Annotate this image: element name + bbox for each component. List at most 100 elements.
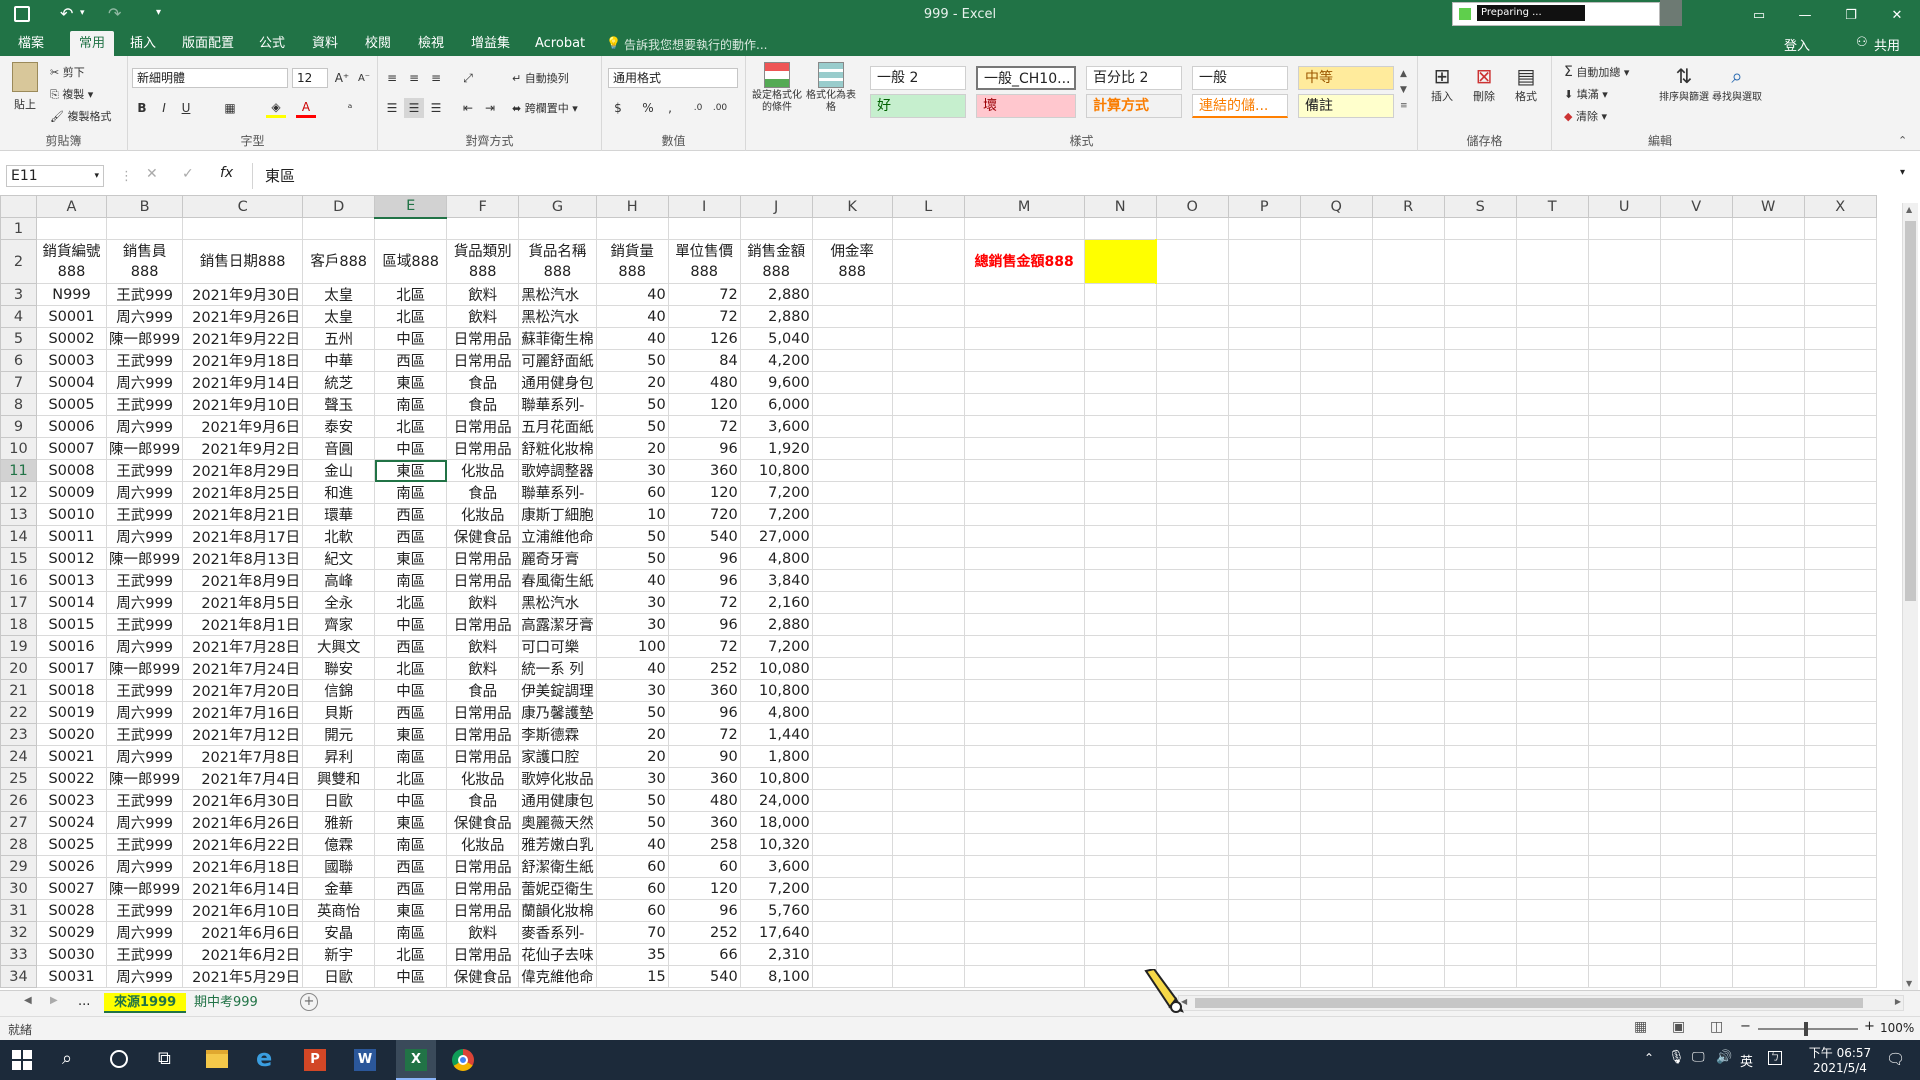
data-cell[interactable]: 72 [667, 305, 741, 328]
table-header-cell[interactable]: 銷售金額 888 [739, 239, 813, 284]
row-header[interactable]: 27 [0, 811, 37, 834]
cell[interactable] [963, 349, 1085, 372]
chrome-icon[interactable] [452, 1049, 474, 1071]
data-cell[interactable]: S0003 [36, 349, 107, 372]
data-cell[interactable]: 6,000 [739, 393, 813, 416]
style-good[interactable]: 好 [870, 94, 966, 118]
cell[interactable] [1083, 811, 1157, 834]
cell[interactable] [1083, 217, 1157, 240]
cell[interactable] [1587, 943, 1661, 966]
cell[interactable] [963, 657, 1085, 680]
cell[interactable] [1659, 283, 1733, 306]
tab-home[interactable]: 常用 [70, 31, 114, 56]
cell[interactable] [1803, 415, 1877, 438]
data-cell[interactable]: 南區 [374, 745, 448, 768]
data-cell[interactable]: 周六999 [105, 591, 184, 614]
data-cell[interactable]: 信錦 [302, 679, 376, 702]
cell[interactable] [1083, 591, 1157, 614]
underline-icon[interactable]: U [176, 98, 196, 118]
cell[interactable] [1659, 415, 1733, 438]
data-cell[interactable]: 飲料 [446, 591, 520, 614]
cell[interactable] [1731, 525, 1805, 548]
cell[interactable] [1803, 327, 1877, 350]
data-cell[interactable]: 2021年6月18日 [182, 855, 304, 878]
cell[interactable] [1155, 701, 1229, 724]
format-as-table-button[interactable]: 格式化為表格 [806, 62, 856, 114]
row-header[interactable]: 7 [0, 371, 37, 394]
cell[interactable] [1659, 327, 1733, 350]
cell[interactable] [1227, 855, 1301, 878]
cell[interactable] [1371, 547, 1445, 570]
cell[interactable] [811, 459, 893, 482]
data-cell[interactable]: 10,800 [739, 459, 813, 482]
data-cell[interactable]: 7,200 [739, 635, 813, 658]
data-cell[interactable]: 258 [667, 833, 741, 856]
cell[interactable] [1155, 415, 1229, 438]
data-cell[interactable]: 2021年7月20日 [182, 679, 304, 702]
cell[interactable] [1803, 613, 1877, 636]
cell[interactable] [1227, 789, 1301, 812]
data-cell[interactable]: 日歐 [302, 789, 376, 812]
data-cell[interactable]: 2021年9月6日 [182, 415, 304, 438]
cell[interactable] [1443, 701, 1517, 724]
cell[interactable] [1299, 547, 1373, 570]
cell[interactable] [891, 921, 965, 944]
cell[interactable] [1299, 481, 1373, 504]
data-cell[interactable]: 飲料 [446, 921, 520, 944]
cell[interactable] [1515, 965, 1589, 988]
cell[interactable] [1083, 459, 1157, 482]
data-cell[interactable]: 王武999 [105, 459, 184, 482]
cell[interactable] [963, 943, 1085, 966]
data-cell[interactable]: 40 [595, 305, 669, 328]
cell[interactable] [1587, 547, 1661, 570]
active-cell[interactable]: 東區 [374, 459, 448, 482]
cell[interactable] [891, 525, 965, 548]
cell[interactable] [1515, 569, 1589, 592]
cell[interactable] [1371, 591, 1445, 614]
data-cell[interactable]: 泰安 [302, 415, 376, 438]
cell[interactable] [963, 921, 1085, 944]
cell[interactable] [1659, 789, 1733, 812]
row-header[interactable]: 15 [0, 547, 37, 570]
cell[interactable] [1731, 701, 1805, 724]
row-header[interactable]: 4 [0, 305, 37, 328]
cell[interactable] [1083, 745, 1157, 768]
cell[interactable] [963, 723, 1085, 746]
data-cell[interactable]: 2021年5月29日 [182, 965, 304, 988]
cell[interactable] [1299, 525, 1373, 548]
data-cell[interactable]: 40 [595, 569, 669, 592]
data-cell[interactable]: S0027 [36, 877, 107, 900]
cell[interactable] [1083, 393, 1157, 416]
cell[interactable] [891, 415, 965, 438]
cell[interactable] [1515, 283, 1589, 306]
cell[interactable] [1803, 921, 1877, 944]
share-button[interactable]: 共用 [1874, 35, 1900, 54]
data-cell[interactable]: 康斯丁細胞 [518, 503, 597, 526]
cell[interactable] [1443, 855, 1517, 878]
row-header[interactable]: 29 [0, 855, 37, 878]
cell[interactable] [1731, 921, 1805, 944]
data-cell[interactable]: N999 [36, 283, 107, 306]
data-cell[interactable]: 2021年7月28日 [182, 635, 304, 658]
cell[interactable] [811, 327, 893, 350]
cell[interactable] [1299, 679, 1373, 702]
sheet-tab-source[interactable]: 來源1999 [104, 993, 187, 1013]
cell[interactable] [1803, 833, 1877, 856]
total-sales-value-cell[interactable] [1083, 239, 1158, 284]
data-cell[interactable]: 3,600 [739, 415, 813, 438]
cell[interactable] [891, 943, 965, 966]
cell[interactable] [1083, 437, 1157, 460]
align-right-icon[interactable]: ☰ [426, 98, 446, 118]
data-cell[interactable]: 蘭韻化妝棉 [518, 899, 597, 922]
row-header[interactable]: 14 [0, 525, 37, 548]
cell[interactable] [811, 723, 893, 746]
data-cell[interactable]: 日常用品 [446, 437, 520, 460]
cell[interactable] [963, 503, 1085, 526]
conditional-format-button[interactable]: 設定格式化的條件 [752, 62, 802, 114]
cell[interactable] [739, 217, 813, 240]
cell[interactable] [1371, 415, 1445, 438]
cell[interactable] [1803, 371, 1877, 394]
data-cell[interactable]: 中區 [374, 965, 448, 988]
style-normal-2[interactable]: 一般 2 [870, 66, 966, 90]
cell[interactable] [1803, 305, 1877, 328]
